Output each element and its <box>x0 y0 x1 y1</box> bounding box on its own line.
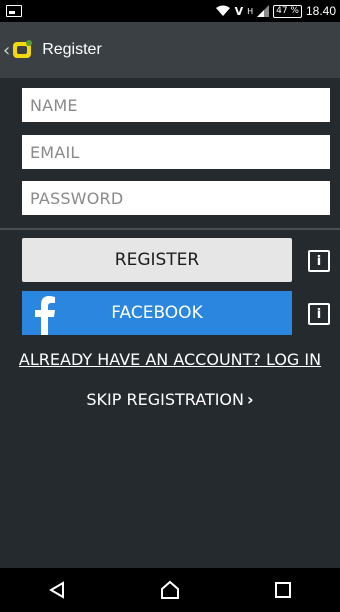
status-icons: V H 47 % 18.40 <box>215 4 336 18</box>
email-field[interactable] <box>22 135 330 169</box>
back-chevron-icon[interactable]: ‹ <box>3 40 10 61</box>
divider <box>0 228 340 230</box>
login-link[interactable]: ALREADY HAVE AN ACCOUNT? LOG IN <box>0 350 340 369</box>
facebook-label: FACEBOOK <box>111 303 203 323</box>
skip-registration-link[interactable]: SKIP REGISTRATION › <box>0 390 340 409</box>
signal-icon <box>257 5 270 17</box>
register-button[interactable]: REGISTER <box>22 238 292 282</box>
register-info-button[interactable]: i <box>308 250 330 272</box>
facebook-icon <box>35 296 55 335</box>
navigation-bar <box>0 568 340 612</box>
carrier-label: V <box>234 4 244 18</box>
facebook-button[interactable]: FACEBOOK <box>22 291 292 335</box>
back-icon <box>48 581 64 599</box>
home-icon <box>160 580 179 599</box>
home-button[interactable] <box>140 568 200 612</box>
notification-icon <box>6 5 22 17</box>
password-field[interactable] <box>22 181 330 215</box>
wifi-icon <box>215 5 230 16</box>
recents-icon <box>275 582 292 598</box>
app-bar: ‹ Register <box>0 22 340 78</box>
clock: 18.40 <box>305 4 336 18</box>
app-logo-icon[interactable] <box>12 39 34 61</box>
facebook-info-button[interactable]: i <box>308 303 330 325</box>
page-title: Register <box>42 41 102 58</box>
status-bar: V H 47 % 18.40 <box>0 0 340 22</box>
chevron-right-icon: › <box>247 390 254 409</box>
battery-icon: 47 % <box>273 4 302 18</box>
back-button[interactable] <box>27 568 87 612</box>
recents-button[interactable] <box>253 568 313 612</box>
name-field[interactable] <box>22 88 330 122</box>
network-label: H <box>247 6 254 16</box>
skip-registration-label: SKIP REGISTRATION <box>86 390 244 409</box>
